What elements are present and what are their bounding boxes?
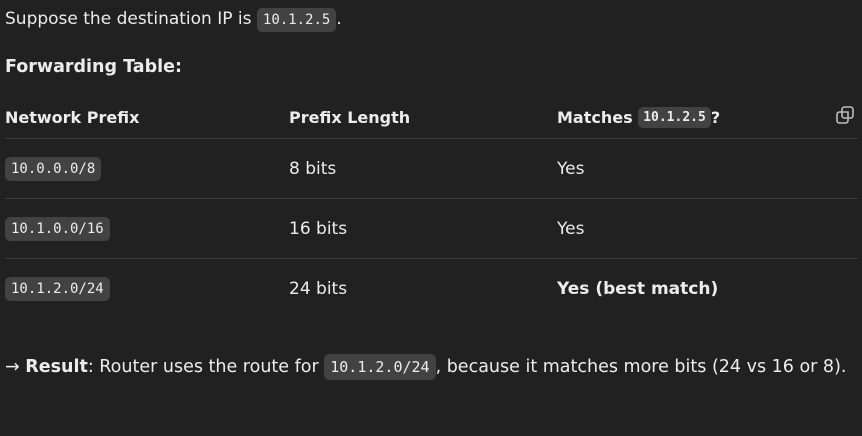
header-network-prefix: Network Prefix [5,107,140,127]
header-prefix-length: Prefix Length [289,107,411,127]
prefix-code: 10.0.0.0/8 [5,156,102,181]
forwarding-table: Network Prefix Prefix Length Matches 10.… [5,96,857,318]
cell-matches-best: Yes (best match) [557,278,719,299]
forwarding-table-heading: Forwarding Table: [5,57,182,77]
result-label: Result [25,357,88,377]
cell-length: 24 bits [289,278,348,299]
cell-matches: Yes [557,218,585,239]
intro-text: Suppose the destination IP is [5,9,257,29]
result-text-before: : Router uses the route for [87,357,325,377]
header-matches: Matches 10.1.2.5? [557,96,720,138]
result-paragraph: → Result: Router uses the route for 10.1… [5,348,855,387]
cell-prefix: 10.1.0.0/16 [5,199,110,258]
prefix-code: 10.1.0.0/16 [5,216,110,241]
cell-prefix: 10.0.0.0/8 [5,139,102,198]
result-text-after: , because it matches more bits (24 vs 16… [435,357,847,377]
copy-table-button[interactable] [833,105,857,129]
cell-matches: Yes [557,158,585,179]
route-code: 10.1.2.0/24 [324,354,436,380]
table-row: 10.0.0.0/8 8 bits Yes [5,139,857,199]
destination-ip-code: 10.1.2.5 [256,8,337,32]
cell-prefix: 10.1.2.0/24 [5,259,110,318]
header-matches-ip: 10.1.2.5 [638,106,711,128]
copy-icon [835,105,855,130]
header-matches-label: Matches [557,107,633,127]
header-matches-qmark: ? [710,107,721,127]
table-row: 10.1.0.0/16 16 bits Yes [5,199,857,259]
arrow-glyph: → [5,357,20,377]
table-header-row: Network Prefix Prefix Length Matches 10.… [5,96,857,139]
cell-length: 16 bits [289,218,348,239]
cell-length: 8 bits [289,158,337,179]
intro-paragraph: Suppose the destination IP is 10.1.2.5. [5,4,342,34]
prefix-code: 10.1.2.0/24 [5,276,110,301]
table-row: 10.1.2.0/24 24 bits Yes (best match) [5,259,857,318]
intro-period: . [336,9,342,29]
